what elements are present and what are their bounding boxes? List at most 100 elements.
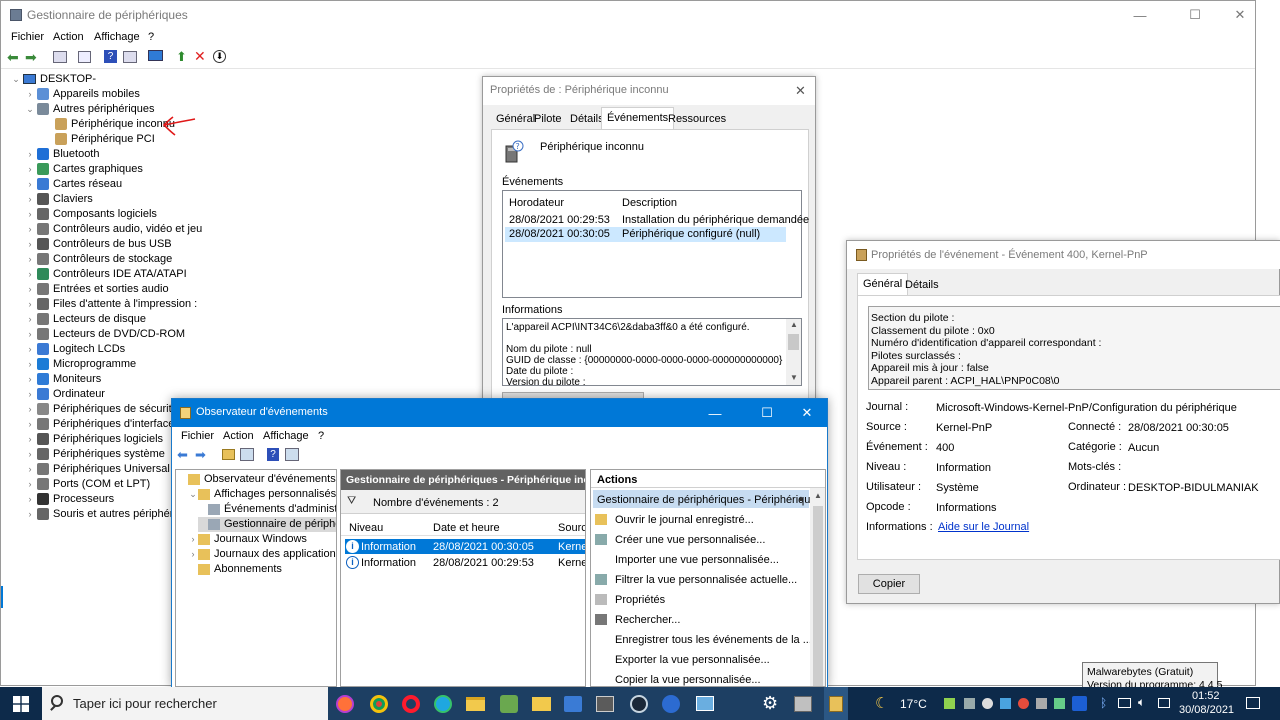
chevron-right-icon[interactable]: › <box>23 222 37 237</box>
chevron-down-icon[interactable]: ⌄ <box>9 72 23 87</box>
chevron-right-icon[interactable]: › <box>188 547 198 562</box>
chevron-right-icon[interactable]: › <box>23 147 37 162</box>
menu-fichier[interactable]: Fichier <box>11 31 44 43</box>
weather-icon[interactable]: ☾ <box>875 694 888 712</box>
tree-item[interactable]: › Microprogramme <box>23 357 136 372</box>
edge-icon[interactable] <box>434 695 452 713</box>
menu-fichier[interactable]: Fichier <box>181 430 214 442</box>
video-icon[interactable] <box>596 696 614 712</box>
device-properties-titlebar[interactable]: Propriétés de : Périphérique inconnu ✕ <box>483 77 815 105</box>
menu-affichage[interactable]: Affichage <box>94 31 140 43</box>
event-viewer-titlebar[interactable]: Observateur d'événements — ☐ ✕ <box>172 399 827 427</box>
tree-item[interactable]: › Cartes graphiques <box>23 162 143 177</box>
tab-pilote[interactable]: Pilote <box>529 109 567 129</box>
chevron-right-icon[interactable]: › <box>23 492 37 507</box>
tree-item[interactable]: › Files d'attente à l'impression : <box>23 297 197 312</box>
event-row[interactable]: 28/08/2021 00:29:53 Installation du péri… <box>505 212 809 227</box>
tray-icon[interactable] <box>1000 698 1011 709</box>
close-button[interactable]: ✕ <box>1217 1 1263 29</box>
col-description[interactable]: Description <box>622 197 677 209</box>
remote-desktop-icon[interactable] <box>696 696 714 711</box>
tray-icon[interactable] <box>1018 698 1029 709</box>
scroll-down-icon[interactable]: ▼ <box>790 373 798 382</box>
tree-item[interactable]: › Ordinateur <box>23 387 105 402</box>
view-icon[interactable] <box>53 51 67 63</box>
infos-link[interactable]: Aide sur le Journal <box>938 521 1029 533</box>
back-arrow-icon[interactable]: ⬅ <box>7 49 19 66</box>
bluetooth-icon[interactable]: ᛒ <box>1100 696 1107 710</box>
col-source[interactable]: Source <box>558 522 585 534</box>
scroll-up-icon[interactable]: ▲ <box>814 491 822 500</box>
tray-icon[interactable] <box>964 698 975 709</box>
action-item[interactable]: Créer une vue personnalisée... <box>595 532 807 548</box>
tree-item[interactable]: › Bluetooth <box>23 147 99 162</box>
firefox-icon[interactable] <box>336 695 354 713</box>
tab-ressources[interactable]: Ressources <box>663 109 731 129</box>
settings-gear-icon[interactable]: ⚙ <box>762 693 778 714</box>
device-manager-titlebar[interactable]: Gestionnaire de périphériques — ☐ ✕ <box>1 1 1255 29</box>
ev-tree-item[interactable]: Événements d'administra <box>198 502 336 517</box>
event-row-selected[interactable]: i Information 28/08/2021 00:30:05 Kernel <box>345 539 585 554</box>
cleaner-icon[interactable] <box>500 695 518 713</box>
menu-action[interactable]: Action <box>223 430 254 442</box>
ev-tree-item[interactable]: Observateur d'événements (Loca <box>178 472 336 487</box>
uninstall-icon[interactable]: ✕ <box>194 48 206 65</box>
chevron-right-icon[interactable]: › <box>23 462 37 477</box>
tree-item[interactable]: › Souris et autres périphériqu <box>23 507 188 522</box>
chevron-down-icon[interactable]: ⌄ <box>23 102 37 117</box>
chevron-right-icon[interactable]: › <box>23 402 37 417</box>
properties-icon[interactable] <box>78 51 91 63</box>
action-item[interactable]: Propriétés <box>595 592 807 608</box>
chevron-down-icon[interactable]: ⌄ <box>188 487 198 502</box>
tab-details[interactable]: Détails <box>900 275 944 295</box>
start-button[interactable] <box>0 687 42 720</box>
action-item[interactable]: Ouvrir le journal enregistré... <box>595 512 807 528</box>
menu-affichage[interactable]: Affichage <box>263 430 309 442</box>
chevron-right-icon[interactable]: › <box>23 192 37 207</box>
speaker-icon[interactable]: 🔈︎ <box>1138 695 1145 710</box>
scroll-up-icon[interactable]: ▲ <box>790 320 798 329</box>
tree-item[interactable]: › Périphériques système <box>23 447 165 462</box>
menu-help[interactable]: ? <box>318 430 324 442</box>
tree-item[interactable]: › Périphériques d'interface u <box>23 417 184 432</box>
col-date[interactable]: Date et heure <box>433 522 500 534</box>
taskbar-search[interactable]: Taper ici pour rechercher <box>42 687 328 720</box>
window-icon[interactable] <box>285 448 299 461</box>
update-driver-icon[interactable]: ⬆ <box>176 49 187 65</box>
scroll-thumb[interactable] <box>813 506 823 686</box>
tree-item[interactable]: › Entrées et sorties audio <box>23 282 169 297</box>
scroll-thumb[interactable] <box>788 334 799 350</box>
tree-item[interactable]: › Contrôleurs IDE ATA/ATAPI <box>23 267 187 282</box>
folder-icon[interactable] <box>222 449 235 460</box>
action-item[interactable]: Enregistrer tous les événements de la ..… <box>595 632 812 648</box>
tree-item[interactable]: › Processeurs <box>23 492 114 507</box>
action-item[interactable]: Filtrer la vue personnalisée actuelle... <box>595 572 807 588</box>
close-button[interactable]: ✕ <box>784 399 830 427</box>
chevron-right-icon[interactable]: › <box>23 477 37 492</box>
chevron-right-icon[interactable]: › <box>23 237 37 252</box>
tree-item[interactable]: › Moniteurs <box>23 372 101 387</box>
action-item[interactable]: Copier la vue personnalisée... <box>595 672 807 686</box>
chevron-right-icon[interactable]: › <box>23 342 37 357</box>
tree-item[interactable]: › Contrôleurs de stockage <box>23 252 172 267</box>
chevron-right-icon[interactable]: › <box>23 387 37 402</box>
ev-tree-item[interactable]: Gestionnaire de périphéri <box>198 517 336 532</box>
ev-tree-item[interactable]: › Journaux Windows <box>188 532 307 547</box>
bluetooth-app-icon[interactable] <box>662 695 680 713</box>
view-icon[interactable] <box>240 448 254 461</box>
window-icon[interactable] <box>123 51 137 63</box>
chevron-right-icon[interactable]: › <box>23 252 37 267</box>
ev-tree-item[interactable]: ⌄ Affichages personnalisés <box>188 487 336 502</box>
menu-action[interactable]: Action <box>53 31 84 43</box>
minimize-button[interactable]: — <box>1117 1 1163 29</box>
opera-icon[interactable] <box>402 695 420 713</box>
tree-item[interactable]: › Périphériques logiciels <box>23 432 163 447</box>
action-item[interactable]: Importer une vue personnalisée... <box>595 552 807 568</box>
language-icon[interactable] <box>1158 698 1170 708</box>
maximize-button[interactable]: ☐ <box>1172 1 1218 29</box>
chevron-right-icon[interactable]: › <box>23 282 37 297</box>
chevron-right-icon[interactable]: › <box>23 297 37 312</box>
scan-icon[interactable]: ⬇ <box>213 50 226 63</box>
tree-item[interactable]: Périphérique inconnu <box>41 117 175 132</box>
chevron-right-icon[interactable]: › <box>23 417 37 432</box>
